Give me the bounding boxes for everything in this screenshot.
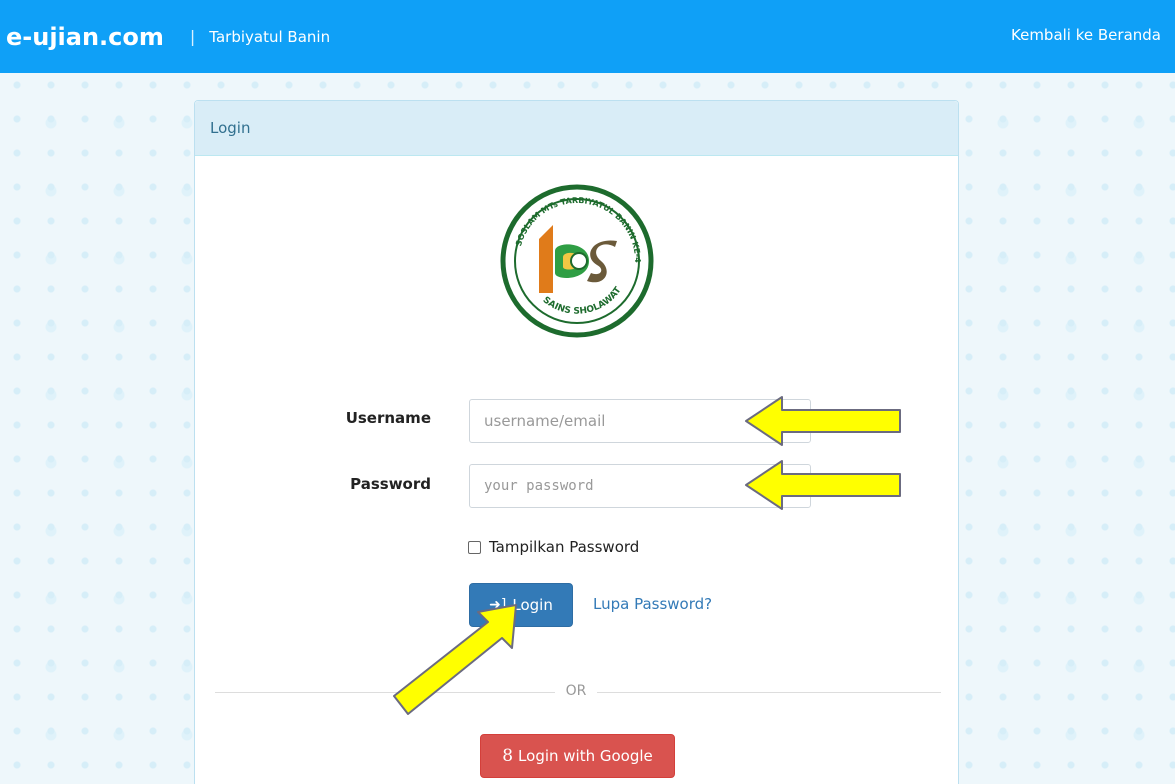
forgot-password-link[interactable]: Lupa Password? [593,595,712,613]
school-logo: SOSLAM MTs TARBIYATUL BANIN KE-48 SAINS … [497,181,654,338]
show-password-checkbox[interactable] [468,540,481,554]
panel-header: Login [195,101,958,156]
arrow-up-left-icon [393,604,517,715]
panel-title: Login [210,119,251,137]
arrow-left-icon [745,460,901,510]
header-separator: | [189,27,196,46]
password-placeholder: your password [484,478,594,494]
show-password-label[interactable]: Tampilkan Password [489,538,639,556]
google-plus-icon: 8 [502,746,514,766]
username-row: Username [331,409,431,427]
username-placeholder: username/email [484,412,606,430]
top-navbar: e-ujian.com | Tarbiyatul Banin Kembali k… [0,0,1175,73]
password-label: Password [350,475,431,493]
arrow-left-icon [745,396,901,446]
divider-right [597,692,941,693]
google-login-button[interactable]: 8 Login with Google [480,734,675,778]
back-to-home-link[interactable]: Kembali ke Beranda [1011,26,1161,44]
school-name: Tarbiyatul Banin [209,27,331,46]
show-password-row[interactable]: Tampilkan Password [468,538,639,556]
google-login-label: Login with Google [518,747,653,765]
username-label: Username [345,409,431,427]
or-divider-text: OR [565,683,587,699]
brand-logo[interactable]: e-ujian.com [6,23,164,51]
password-row: Password [331,475,431,493]
